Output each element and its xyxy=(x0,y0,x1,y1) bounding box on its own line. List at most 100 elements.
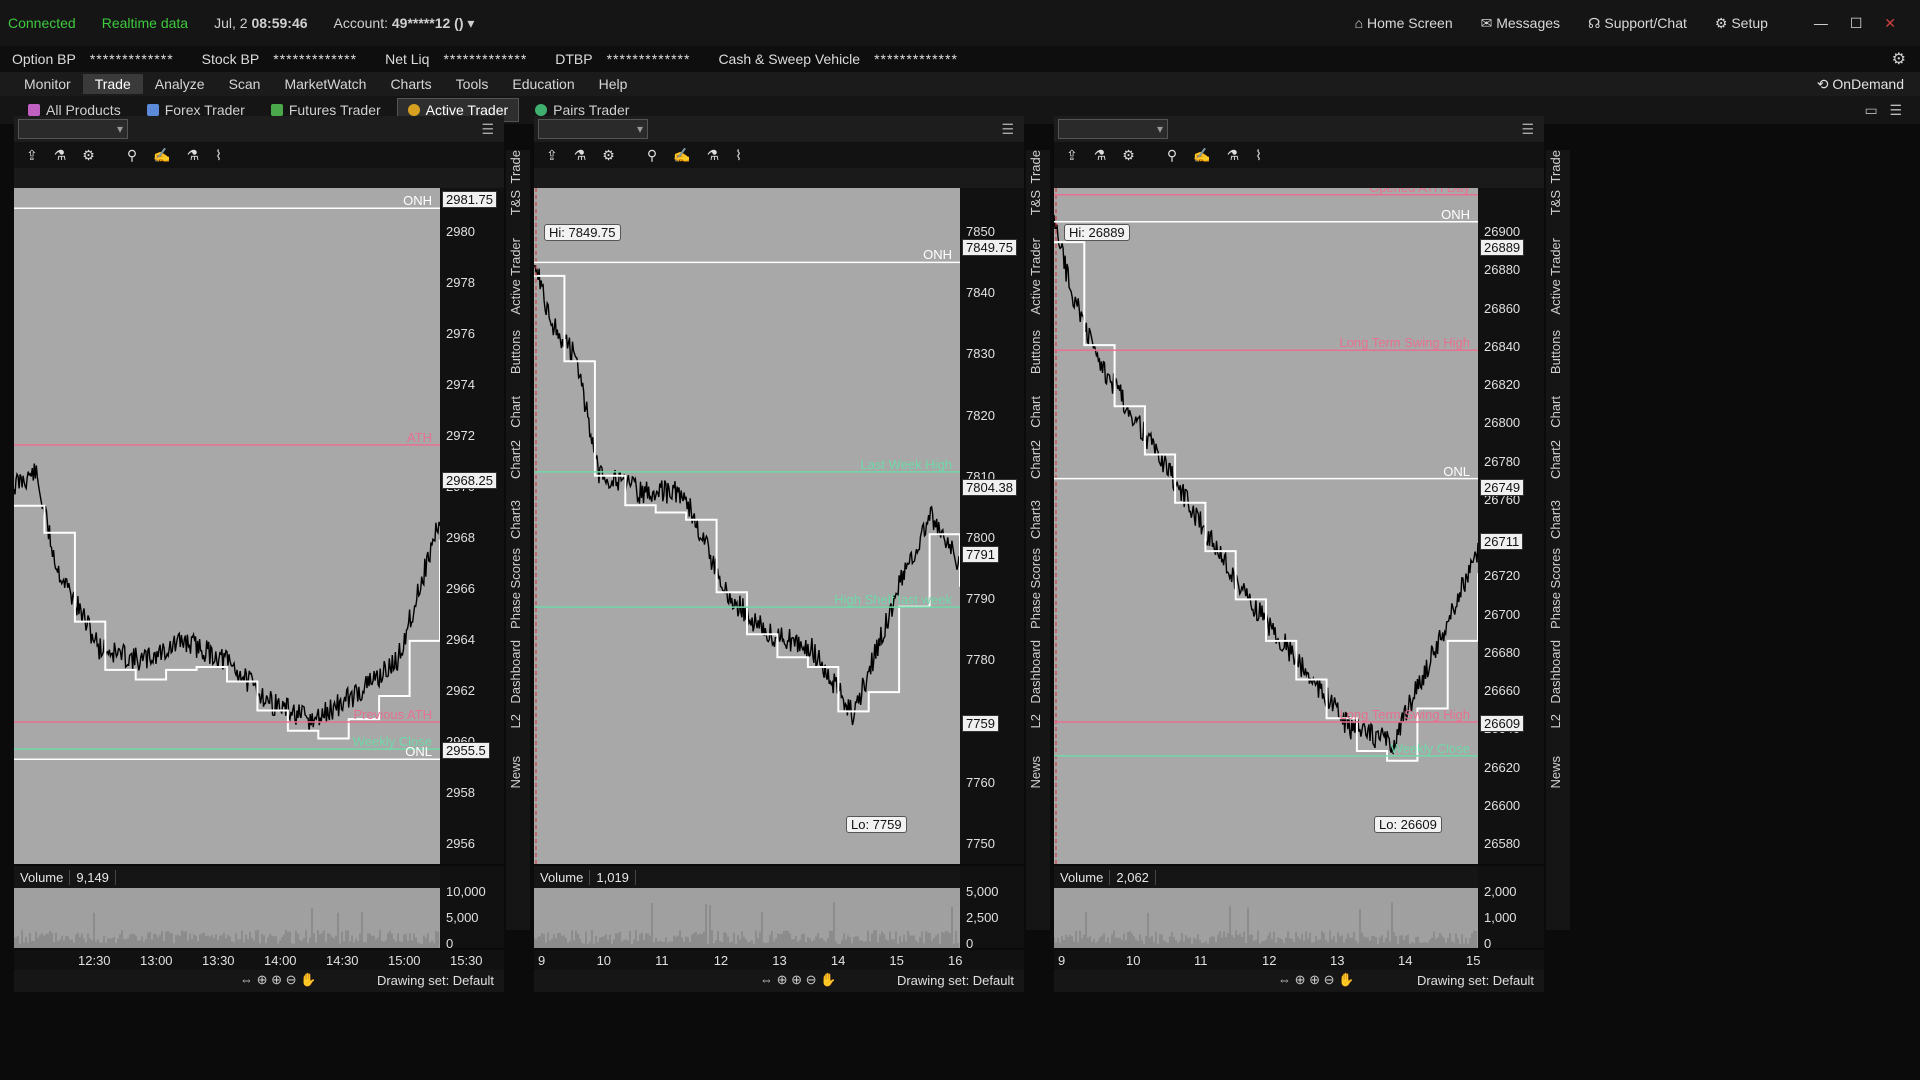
flask-icon[interactable]: ⚗ xyxy=(54,147,67,164)
panel-menu-icon[interactable]: ☰ xyxy=(1001,121,1014,138)
patterns-menu[interactable]: ⌇ xyxy=(735,147,742,164)
account-selector[interactable]: Account: 49*****12 () ▾ xyxy=(334,15,475,32)
price-chart[interactable]: ONH Last Week High High Shelf last week Hi:… xyxy=(534,188,960,864)
studies-menu[interactable]: ⚗ xyxy=(187,147,200,164)
style-menu[interactable]: ⚲ xyxy=(647,147,657,164)
side-tab-chart[interactable]: Chart xyxy=(1548,396,1568,428)
drawing-set-label[interactable]: Drawing set: Default xyxy=(897,973,1014,988)
style-menu[interactable]: ⚲ xyxy=(1167,147,1177,164)
share-icon[interactable]: ⇪ xyxy=(546,147,558,164)
time-axis[interactable]: 9 10 11 12 13 14 15 xyxy=(1054,950,1544,970)
studies-menu[interactable]: ⚗ xyxy=(707,147,720,164)
side-tab-trade[interactable]: Trade xyxy=(1548,150,1568,183)
flask-icon[interactable]: ⚗ xyxy=(1094,147,1107,164)
settings-icon[interactable]: ⚙ xyxy=(602,147,615,164)
menu-help[interactable]: Help xyxy=(587,74,640,94)
side-tab-dashboard[interactable]: Dashboard xyxy=(1548,640,1568,704)
side-tab-chart2[interactable]: Chart2 xyxy=(1548,440,1568,479)
side-tab-news[interactable]: News xyxy=(508,756,528,789)
side-tab-l2[interactable]: L2 xyxy=(508,714,528,728)
minimize-icon[interactable]: — xyxy=(1814,15,1828,31)
panel-menu-icon[interactable]: ☰ xyxy=(481,121,494,138)
side-tab-t-s[interactable]: T&S xyxy=(1548,190,1568,215)
side-tab-chart2[interactable]: Chart2 xyxy=(508,440,528,479)
symbol-selector[interactable] xyxy=(18,119,128,139)
side-tab-active-trader[interactable]: Active Trader xyxy=(1548,238,1568,315)
side-tab-chart[interactable]: Chart xyxy=(508,396,528,428)
side-tab-chart2[interactable]: Chart2 xyxy=(1028,440,1048,479)
symbol-selector[interactable] xyxy=(538,119,648,139)
side-tab-chart3[interactable]: Chart3 xyxy=(1028,500,1048,539)
side-tab-chart3[interactable]: Chart3 xyxy=(508,500,528,539)
side-tab-phase-scores[interactable]: Phase Scores xyxy=(1548,548,1568,629)
symbol-selector[interactable] xyxy=(1058,119,1168,139)
side-tab-buttons[interactable]: Buttons xyxy=(1548,330,1568,374)
side-tab-buttons[interactable]: Buttons xyxy=(1028,330,1048,374)
menu-analyze[interactable]: Analyze xyxy=(143,74,217,94)
price-axis[interactable]: 7850784078307820781078007790778077707760… xyxy=(960,188,1024,864)
flask-icon[interactable]: ⚗ xyxy=(574,147,587,164)
side-tab-dashboard[interactable]: Dashboard xyxy=(1028,640,1048,704)
drawing-set-label[interactable]: Drawing set: Default xyxy=(377,973,494,988)
settings-gear-icon[interactable]: ⚙ xyxy=(1892,49,1920,69)
volume-chart[interactable] xyxy=(13,888,440,948)
time-axis[interactable]: 9 10 11 12 13 14 15 16 xyxy=(534,950,1024,970)
close-icon[interactable]: ✕ xyxy=(1884,15,1896,31)
side-tab-l2[interactable]: L2 xyxy=(1548,714,1568,728)
drawing-set-label[interactable]: Drawing set: Default xyxy=(1417,973,1534,988)
side-tab-active-trader[interactable]: Active Trader xyxy=(1028,238,1048,315)
setup-button[interactable]: ⚙ Setup xyxy=(1715,15,1768,32)
side-tab-news[interactable]: News xyxy=(1548,756,1568,789)
home-screen-button[interactable]: ⌂ Home Screen xyxy=(1355,15,1453,31)
side-tab-l2[interactable]: L2 xyxy=(1028,714,1048,728)
patterns-menu[interactable]: ⌇ xyxy=(215,147,222,164)
time-axis[interactable]: 12:30 13:00 13:30 14:00 14:30 15:00 15:30 xyxy=(14,950,504,970)
layout-icon[interactable]: ▭ ☰ xyxy=(1865,102,1920,119)
side-tab-dashboard[interactable]: Dashboard xyxy=(508,640,528,704)
zoom-controls[interactable]: ⇔ ⊕ ⊕ ⊖ ✋ xyxy=(760,972,836,988)
volume-chart[interactable] xyxy=(533,888,960,948)
style-menu[interactable]: ⚲ xyxy=(127,147,137,164)
volume-chart[interactable] xyxy=(1053,888,1478,948)
menu-marketwatch[interactable]: MarketWatch xyxy=(272,74,378,94)
menu-trade[interactable]: Trade xyxy=(82,74,143,94)
drawings-menu[interactable]: ✍ xyxy=(153,147,170,164)
side-tab-news[interactable]: News xyxy=(1028,756,1048,789)
settings-icon[interactable]: ⚙ xyxy=(1122,147,1135,164)
panel-menu-icon[interactable]: ☰ xyxy=(1521,121,1534,138)
price-chart[interactable]: ONH ATH Previous ATH Weekly Close ONL xyxy=(14,188,440,864)
messages-button[interactable]: ✉ Messages xyxy=(1481,15,1560,32)
volume-bars xyxy=(533,902,959,948)
zoom-controls[interactable]: ⇔ ⊕ ⊕ ⊖ ✋ xyxy=(1278,972,1354,988)
side-tab-trade[interactable]: Trade xyxy=(508,150,528,183)
price-axis[interactable]: 26900 26880 26860 26840 26820 26800 26780 26760… xyxy=(1478,188,1544,864)
side-tab-buttons[interactable]: Buttons xyxy=(508,330,528,374)
studies-menu[interactable]: ⚗ xyxy=(1227,147,1240,164)
side-tab-phase-scores[interactable]: Phase Scores xyxy=(1028,548,1048,629)
side-tab-phase-scores[interactable]: Phase Scores xyxy=(508,548,528,629)
patterns-menu[interactable]: ⌇ xyxy=(1255,147,1262,164)
zoom-controls[interactable]: ⇔ ⊕ ⊕ ⊖ ✋ xyxy=(240,972,316,988)
support-chat-button[interactable]: ☊ Support/Chat xyxy=(1588,15,1687,32)
menu-tools[interactable]: Tools xyxy=(444,74,501,94)
side-tab-chart[interactable]: Chart xyxy=(1028,396,1048,428)
ondemand-button[interactable]: ⟲ OnDemand xyxy=(1817,76,1920,93)
menu-scan[interactable]: Scan xyxy=(217,74,273,94)
side-tab-active-trader[interactable]: Active Trader xyxy=(508,238,528,315)
share-icon[interactable]: ⇪ xyxy=(1066,147,1078,164)
drawings-menu[interactable]: ✍ xyxy=(1193,147,1210,164)
drawings-menu[interactable]: ✍ xyxy=(673,147,690,164)
side-tab-trade[interactable]: Trade xyxy=(1028,150,1048,183)
time-tick: 14:30 xyxy=(326,953,359,968)
menu-charts[interactable]: Charts xyxy=(378,74,443,94)
maximize-icon[interactable]: ☐ xyxy=(1850,15,1863,31)
price-chart[interactable]: Opened ATH Day ONH Long Term Swing High ONL… xyxy=(1054,188,1478,864)
menu-monitor[interactable]: Monitor xyxy=(12,74,83,94)
side-tab-t-s[interactable]: T&S xyxy=(1028,190,1048,215)
side-tab-chart3[interactable]: Chart3 xyxy=(1548,500,1568,539)
share-icon[interactable]: ⇪ xyxy=(26,147,38,164)
price-axis[interactable]: 2980297829762974297229702968296629642962… xyxy=(440,188,504,864)
settings-icon[interactable]: ⚙ xyxy=(82,147,95,164)
menu-education[interactable]: Education xyxy=(500,74,586,94)
side-tab-t-s[interactable]: T&S xyxy=(508,190,528,215)
